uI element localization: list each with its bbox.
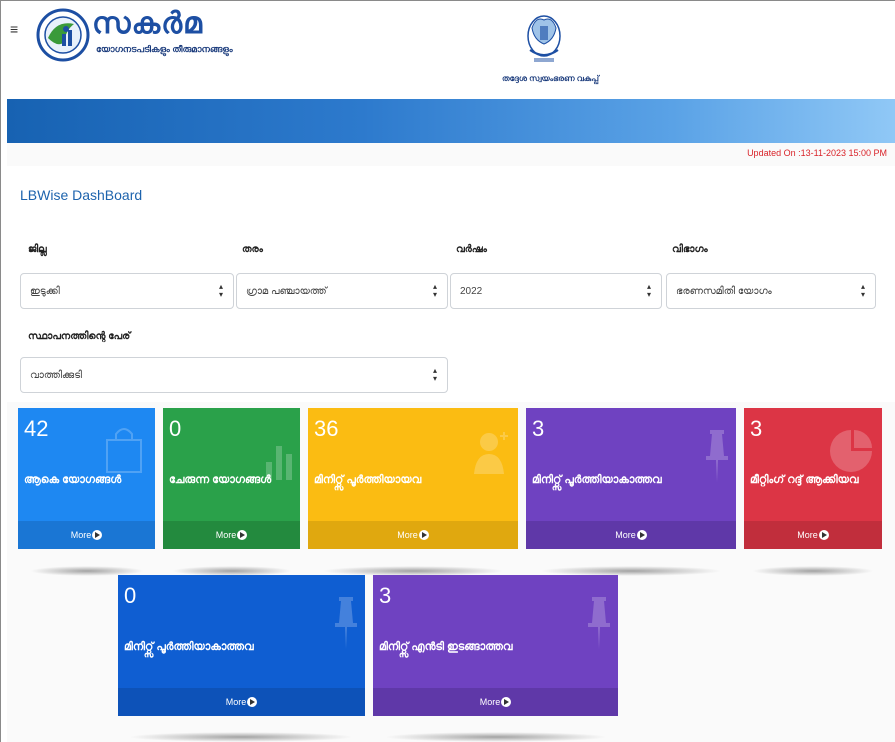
brand-subtitle: യോഗനടപടികളും തീരുമാനങ്ങളും — [96, 44, 233, 54]
tile-label: മീറ്റിംഗ് റദ്ദ് ആക്കിയവ — [750, 474, 859, 486]
tile-label: ചേരുന്ന യോഗങ്ങൾ — [169, 474, 272, 486]
bag-icon — [106, 428, 142, 473]
pie-chart-icon — [830, 430, 872, 472]
institution-select-value: വാത്തിക്കുടി — [30, 369, 82, 381]
institution-select[interactable]: വാത്തിക്കുടി ▴ ▾ — [20, 357, 448, 393]
tile-shadow — [128, 732, 354, 742]
pin-icon — [706, 430, 728, 482]
more-link[interactable]: More — [118, 688, 365, 716]
arrow-right-circle-icon — [818, 530, 829, 540]
type-label: തരം — [242, 244, 263, 255]
department-name: തദ്ദേശ സ്വയംഭരണ വകുപ്പ് — [502, 74, 599, 83]
tile-shadow — [384, 732, 608, 742]
tile-count: 3 — [379, 583, 392, 608]
chevron-updown-icon: ▴ ▾ — [432, 282, 437, 299]
category-select[interactable]: ഭരണസമിതി യോഗം ▴ ▾ — [666, 273, 876, 309]
tile-label: മിനിറ്റ്സ് പൂർത്തിയായവ — [314, 474, 422, 486]
arrow-right-circle-icon — [237, 530, 248, 540]
kerala-emblem-icon — [527, 15, 561, 62]
updated-on-text: Updated On :13-11-2023 15:00 PM — [747, 148, 887, 158]
type-select-value: ഗ്രാമ പഞ്ചായത്ത് — [246, 285, 327, 297]
tile-minutes-completed[interactable]: 36 മിനിറ്റ്സ് പൂർത്തിയായവ More — [308, 408, 518, 549]
pin-icon — [588, 597, 610, 649]
more-link[interactable]: More — [308, 521, 518, 549]
pin-icon — [335, 597, 357, 649]
tile-label: മിനിറ്റ്സ് എൻടി ഇടങ്ങാത്തവ — [379, 641, 513, 653]
chevron-updown-icon: ▴ ▾ — [218, 282, 223, 299]
tile-minutes-not-completed[interactable]: 0 മിനിറ്റ്സ് പൂർത്തിയാകാത്തവ More — [118, 575, 365, 716]
district-label: ജില്ല — [28, 244, 47, 255]
year-label: വർഷം — [456, 244, 487, 255]
more-link[interactable]: More — [744, 521, 882, 549]
arrow-right-circle-icon — [636, 530, 647, 540]
arrow-right-circle-icon — [501, 697, 512, 707]
tile-count: 36 — [314, 416, 339, 441]
tile-meetings-cancelled[interactable]: 3 മീറ്റിംഗ് റദ്ദ് ആക്കിയവ More — [744, 408, 882, 549]
district-select-value: ഇടുക്കി — [30, 285, 60, 297]
tile-label: മിനിറ്റ്സ് പൂർത്തിയാകാത്തവ — [532, 474, 662, 486]
tile-label: ആകെ യോഗങ്ങൾ — [24, 474, 122, 486]
chevron-updown-icon: ▴ ▾ — [860, 282, 865, 299]
type-select[interactable]: ഗ്രാമ പഞ്ചായത്ത് ▴ ▾ — [236, 273, 448, 309]
tile-count: 3 — [750, 416, 763, 441]
institution-label: സ്ഥാപനത്തിന്റെ പേര് — [28, 331, 131, 342]
tile-minutes-pending[interactable]: 3 മിനിറ്റ്സ് പൂർത്തിയാകാത്തവ More — [526, 408, 736, 549]
more-link[interactable]: More — [163, 521, 300, 549]
district-select[interactable]: ഇടുക്കി ▴ ▾ — [20, 273, 234, 309]
category-select-value: ഭരണസമിതി യോഗം — [676, 285, 772, 297]
chevron-updown-icon: ▴ ▾ — [646, 282, 651, 299]
more-link[interactable]: More — [526, 521, 736, 549]
user-add-icon — [474, 432, 508, 474]
arrow-right-circle-icon — [92, 530, 103, 540]
arrow-right-circle-icon — [418, 530, 429, 540]
logo-icon — [36, 8, 90, 62]
year-select-value: 2022 — [460, 285, 483, 297]
tile-count: 42 — [24, 416, 49, 441]
page-title: LBWise DashBoard — [20, 187, 143, 203]
tile-count: 3 — [532, 416, 545, 441]
tile-label: മിനിറ്റ്സ് പൂർത്തിയാകാത്തവ — [124, 641, 254, 653]
arrow-right-circle-icon — [247, 697, 258, 707]
tile-count: 0 — [169, 416, 182, 441]
tile-ongoing-meetings[interactable]: 0 ചേരുന്ന യോഗങ്ങൾ More — [163, 408, 300, 549]
chevron-updown-icon: ▴ ▾ — [432, 366, 437, 383]
tile-minutes-not-entered[interactable]: 3 മിനിറ്റ്സ് എൻടി ഇടങ്ങാത്തവ More — [373, 575, 618, 716]
more-link[interactable]: More — [18, 521, 155, 549]
header-banner — [7, 99, 895, 143]
tile-shadow — [752, 566, 874, 576]
year-select[interactable]: 2022 ▴ ▾ — [450, 273, 662, 309]
tile-total-meetings[interactable]: 42 ആകെ യോഗങ്ങൾ More — [18, 408, 155, 549]
hamburger-icon[interactable]: ≡ — [10, 22, 18, 36]
tile-count: 0 — [124, 583, 137, 608]
brand-title: സകർമ — [92, 7, 203, 40]
more-link[interactable]: More — [373, 688, 618, 716]
category-label: വിഭാഗം — [672, 244, 708, 255]
